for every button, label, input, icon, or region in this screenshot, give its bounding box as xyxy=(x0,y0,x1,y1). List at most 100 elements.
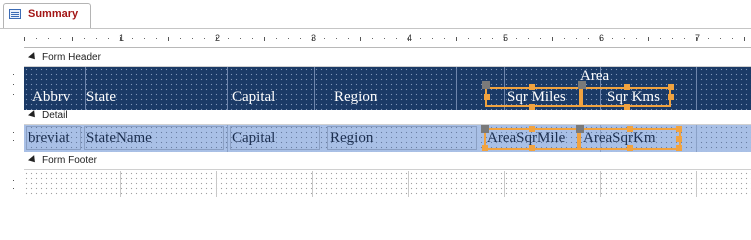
ruler-tick xyxy=(360,37,361,41)
tab-summary-label: Summary xyxy=(28,8,79,20)
ruler-tick xyxy=(480,38,481,39)
resize-handle[interactable] xyxy=(627,145,633,151)
ruler-tick xyxy=(24,37,25,41)
ruler-tick xyxy=(636,38,637,39)
resize-handle[interactable] xyxy=(529,126,535,132)
form-footer-section-bar[interactable]: Form Footer xyxy=(24,155,751,170)
ruler-tick xyxy=(744,37,745,41)
ruler-tick xyxy=(384,38,385,39)
ruler-tick xyxy=(540,38,541,39)
ruler-tick xyxy=(456,37,457,41)
ruler-tick xyxy=(732,38,733,39)
ruler-tick xyxy=(192,38,193,39)
ruler-tick xyxy=(324,38,325,39)
ruler-tick xyxy=(156,38,157,39)
ruler-tick xyxy=(96,38,97,39)
resize-handle[interactable] xyxy=(676,145,682,151)
header-label-capital[interactable]: Capital xyxy=(232,89,275,106)
ruler-tick xyxy=(672,38,673,39)
vertical-ruler[interactable] xyxy=(6,50,22,201)
resize-handle[interactable] xyxy=(676,126,682,132)
move-handle[interactable] xyxy=(576,125,584,133)
form-footer-band[interactable] xyxy=(24,171,751,197)
ruler-tick xyxy=(612,38,613,39)
ruler-tick xyxy=(684,38,685,39)
ruler-tick xyxy=(588,38,589,39)
ruler-tick xyxy=(552,37,553,41)
ruler-tick xyxy=(276,38,277,39)
document-tab-strip xyxy=(0,0,751,29)
form-header-band[interactable]: Abbrv State Capital Region Area Sqr Mile… xyxy=(24,67,751,110)
ruler-tick xyxy=(264,37,265,41)
resize-handle[interactable] xyxy=(668,84,674,90)
header-label-sqr-kms[interactable]: Sqr Kms xyxy=(607,89,660,106)
header-label-state[interactable]: State xyxy=(86,89,116,106)
field-state-name: StateName xyxy=(86,130,152,146)
move-handle[interactable] xyxy=(482,81,490,89)
move-handle[interactable] xyxy=(578,81,586,89)
detail-band[interactable]: breviat StateName Capital Region AreaSqr… xyxy=(24,125,751,152)
field-area-sqr-mile[interactable]: AreaSqrMile xyxy=(487,130,565,147)
ruler-tick xyxy=(516,38,517,39)
ruler-tick xyxy=(144,38,145,39)
header-label-abbrv[interactable]: Abbrv xyxy=(32,89,70,106)
ruler-tick xyxy=(228,38,229,39)
ruler-tick xyxy=(600,37,601,41)
ruler-tick xyxy=(396,38,397,39)
horizontal-ruler[interactable]: 1 2 3 4 5 6 7 xyxy=(24,33,751,48)
ruler-tick xyxy=(72,37,73,41)
resize-handle[interactable] xyxy=(627,126,633,132)
ruler-tick xyxy=(60,38,61,39)
section-arrow-icon xyxy=(28,155,38,165)
ruler-tick xyxy=(432,38,433,39)
ruler-tick xyxy=(300,38,301,39)
resize-handle[interactable] xyxy=(529,84,535,90)
ruler-tick xyxy=(168,37,169,41)
form-header-section-bar[interactable]: Form Header xyxy=(24,52,751,67)
ruler-tick xyxy=(288,38,289,39)
resize-handle[interactable] xyxy=(676,136,682,142)
ruler-tick xyxy=(84,38,85,39)
detail-section-bar[interactable]: Detail xyxy=(24,110,751,125)
detail-label: Detail xyxy=(42,110,68,121)
ruler-tick xyxy=(372,38,373,39)
ruler-tick xyxy=(312,37,313,41)
ruler-tick xyxy=(468,38,469,39)
resize-handle[interactable] xyxy=(668,94,674,100)
resize-handle[interactable] xyxy=(482,145,488,151)
ruler-corner[interactable] xyxy=(5,33,22,49)
ruler-tick xyxy=(708,38,709,39)
form-footer-label: Form Footer xyxy=(42,155,98,166)
form-icon xyxy=(9,9,21,19)
ruler-tick xyxy=(564,38,565,39)
resize-handle[interactable] xyxy=(624,84,630,90)
ruler-tick xyxy=(444,38,445,39)
ruler-tick xyxy=(252,38,253,39)
ruler-tick xyxy=(528,38,529,39)
ruler-tick xyxy=(204,38,205,39)
resize-handle[interactable] xyxy=(529,145,535,151)
ruler-tick xyxy=(120,37,121,41)
field-region: Region xyxy=(330,130,374,146)
ruler-tick xyxy=(36,38,37,39)
ruler-tick xyxy=(504,37,505,41)
resize-handle[interactable] xyxy=(484,94,490,100)
ruler-tick xyxy=(696,37,697,41)
ruler-tick xyxy=(492,38,493,39)
move-handle[interactable] xyxy=(481,125,489,133)
field-capital: Capital xyxy=(232,130,276,146)
header-label-region[interactable]: Region xyxy=(334,89,377,106)
ruler-tick xyxy=(660,38,661,39)
ruler-tick xyxy=(216,37,217,41)
ruler-tick xyxy=(336,38,337,39)
ruler-tick xyxy=(420,38,421,39)
field-abbrev: breviat xyxy=(28,130,70,146)
ruler-tick xyxy=(180,38,181,39)
ruler-tick xyxy=(624,38,625,39)
header-label-sqr-miles[interactable]: Sqr Miles xyxy=(507,89,566,106)
section-arrow-icon xyxy=(28,110,38,120)
ruler-tick xyxy=(240,38,241,39)
ruler-tick xyxy=(576,38,577,39)
field-area-sqr-km[interactable]: AreaSqrKm xyxy=(583,130,655,147)
ruler-tick xyxy=(720,38,721,39)
